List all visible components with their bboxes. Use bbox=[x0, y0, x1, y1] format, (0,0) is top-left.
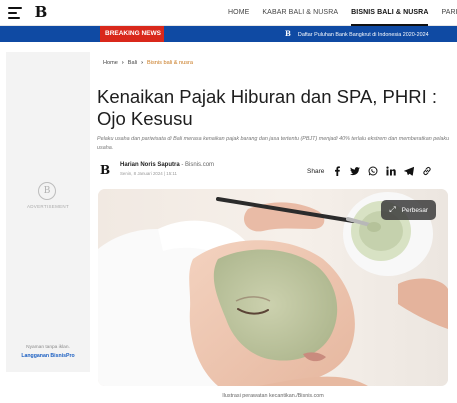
article-hero-image[interactable]: ⤢ Perbesar bbox=[98, 189, 448, 386]
author-share-row: B Harian Noris Saputra - Bisnis.com Seni… bbox=[100, 162, 445, 182]
breadcrumb: Home › Bali › Bisnis bali & nusra bbox=[103, 60, 193, 66]
article-lead: Pelaku usaha dan pariwisata di Bali mera… bbox=[97, 136, 450, 151]
share-bar: Share bbox=[307, 166, 440, 176]
zoom-image-button[interactable]: ⤢ Perbesar bbox=[381, 200, 436, 220]
nav-item-home[interactable]: HOME bbox=[228, 0, 249, 26]
author-link[interactable]: Harian Noris Saputra bbox=[120, 162, 180, 168]
expand-icon: ⤢ bbox=[389, 205, 396, 214]
zoom-image-label: Perbesar bbox=[401, 206, 428, 214]
breaking-news-ticker[interactable]: B Daftar Puluhan Bank Bangkrut di Indones… bbox=[285, 26, 457, 42]
publish-date: Senin, 8 Januari 2024 | 15:11 bbox=[120, 171, 177, 176]
main-nav: HOME KABAR BALI & NUSRA BISNIS BALI & NU… bbox=[228, 0, 457, 26]
ad-free-note: Nyaman tanpa iklan. bbox=[26, 345, 70, 350]
nav-item-pariwisata[interactable]: PARIW bbox=[441, 0, 457, 26]
bisnis-logo[interactable]: B bbox=[34, 4, 48, 21]
breaking-news-label: BREAKING NEWS bbox=[100, 26, 164, 42]
breadcrumb-home[interactable]: Home bbox=[103, 60, 118, 66]
twitter-icon[interactable] bbox=[350, 166, 361, 176]
ticker-headline[interactable]: Daftar Puluhan Bank Bangkrut di Indonesi… bbox=[298, 32, 429, 38]
facebook-icon[interactable] bbox=[332, 166, 342, 176]
image-caption: Ilustrasi perawatan kecantikan./Bisnis.c… bbox=[222, 393, 324, 399]
nav-item-bisnis-bali-nusra[interactable]: BISNIS BALI & NUSRA bbox=[351, 0, 429, 26]
ticker-logo-icon: B bbox=[285, 29, 291, 38]
nav-item-kabar-bali-nusra[interactable]: KABAR BALI & NUSRA bbox=[262, 0, 338, 26]
advertisement-label: ADVERTISEMENT bbox=[26, 204, 70, 209]
whatsapp-icon[interactable] bbox=[368, 166, 378, 176]
linkedin-icon[interactable] bbox=[386, 166, 397, 176]
share-label: Share bbox=[307, 167, 325, 175]
breadcrumb-current[interactable]: Bisnis bali & nusra bbox=[147, 60, 193, 66]
breaking-news-bar: BREAKING NEWS B Daftar Puluhan Bank Bangk… bbox=[0, 26, 457, 42]
breadcrumb-bali[interactable]: Bali bbox=[128, 60, 137, 66]
subscribe-bisnispro-link[interactable]: Langganan BisnisPro bbox=[6, 353, 90, 359]
chevron-right-icon: › bbox=[121, 60, 124, 66]
article-title: Kenaikan Pajak Hiburan dan SPA, PHRI : O… bbox=[97, 86, 438, 129]
advertisement-logo-icon: B bbox=[38, 182, 56, 200]
telegram-icon[interactable] bbox=[404, 166, 415, 176]
chevron-right-icon: › bbox=[141, 60, 143, 66]
copy-link-icon[interactable] bbox=[422, 166, 432, 176]
menu-icon[interactable] bbox=[8, 7, 22, 19]
author-logo-icon: B bbox=[100, 163, 111, 177]
sidebar-advertisement: B ADVERTISEMENT Nyaman tanpa iklan. Lang… bbox=[6, 52, 90, 372]
top-header: B HOME KABAR BALI & NUSRA BISNIS BALI & … bbox=[0, 0, 457, 26]
author-name: Harian Noris Saputra - Bisnis.com bbox=[120, 162, 214, 168]
author-source: - Bisnis.com bbox=[181, 162, 215, 168]
